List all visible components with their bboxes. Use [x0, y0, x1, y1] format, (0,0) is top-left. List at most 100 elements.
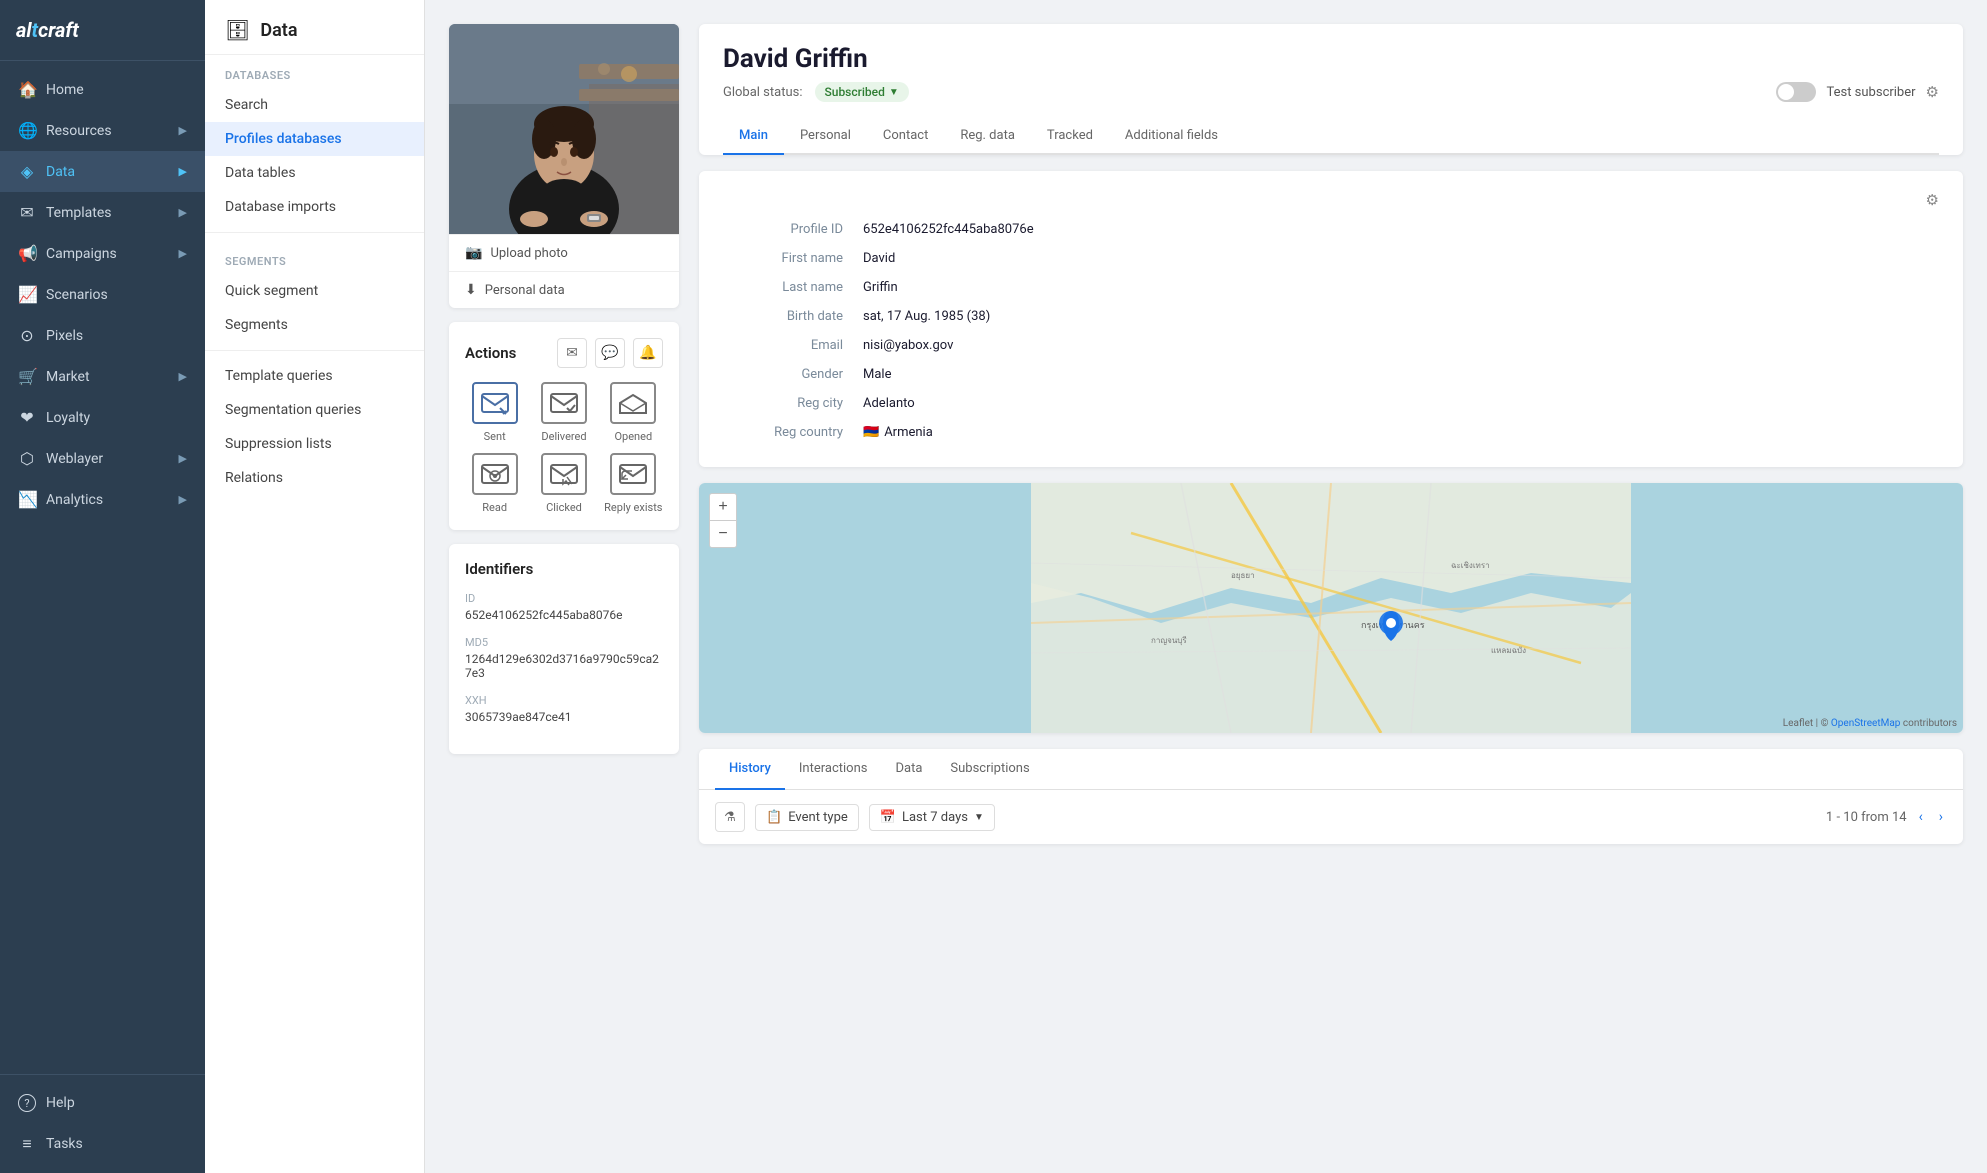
flag-icon: 🇦🇲 [863, 425, 879, 440]
profile-right-column: David Griffin Global status: Subscribed … [699, 24, 1963, 1149]
tab-tracked[interactable]: Tracked [1031, 118, 1109, 155]
tab-additional-fields[interactable]: Additional fields [1109, 118, 1234, 155]
sidebar-item-resources[interactable]: 🌐 Resources ▶ [0, 110, 205, 151]
svg-text:กาญจนบุรี: กาญจนบุรี [1151, 636, 1187, 645]
next-page-button[interactable]: › [1935, 807, 1947, 827]
action-opened[interactable]: Opened [604, 382, 663, 443]
email-value: nisi@yabox.gov [863, 338, 953, 353]
read-icon [472, 453, 518, 495]
action-clicked[interactable]: Clicked [534, 453, 593, 514]
nav-search[interactable]: Search [205, 88, 424, 122]
data-settings-icon[interactable]: ⚙ [1926, 191, 1939, 209]
sidebar-item-market[interactable]: 🛒 Market ▶ [0, 356, 205, 397]
nav-segmentation-queries[interactable]: Segmentation queries [205, 393, 424, 427]
nav-profiles-databases[interactable]: Profiles databases [205, 122, 424, 156]
tab-reg-data[interactable]: Reg. data [944, 118, 1031, 155]
pixels-icon: ⊙ [18, 326, 36, 345]
tab-personal[interactable]: Personal [784, 118, 867, 155]
sidebar-bottom: ? Help ≡ Tasks [0, 1074, 205, 1173]
tab-history[interactable]: History [715, 749, 785, 790]
personal-data-button[interactable]: ⬇ Personal data [449, 271, 679, 308]
date-range-select[interactable]: 📅 Last 7 days ▼ [869, 804, 995, 831]
test-subscriber-toggle[interactable] [1776, 82, 1816, 102]
sidebar-item-help[interactable]: ? Help [0, 1083, 205, 1123]
field-first-name: First name David [723, 244, 1939, 273]
nav-data-tables[interactable]: Data tables [205, 156, 424, 190]
profile-id-label: Profile ID [723, 222, 863, 237]
event-type-select[interactable]: 📋 Event type [755, 804, 859, 831]
upload-photo-button[interactable]: 📷 Upload photo [449, 234, 679, 271]
sidebar-item-scenarios[interactable]: 📈 Scenarios [0, 274, 205, 315]
left-panel-title: Data [260, 20, 297, 41]
help-icon: ? [18, 1094, 36, 1112]
nav-template-queries[interactable]: Template queries [205, 359, 424, 393]
nav-segments[interactable]: Segments [205, 308, 424, 342]
sidebar-item-tasks[interactable]: ≡ Tasks [0, 1123, 205, 1165]
database-icon: 🗄 [225, 18, 250, 42]
first-name-value: David [863, 251, 895, 266]
email-action-icon[interactable]: ✉ [557, 338, 587, 368]
profile-header-card: David Griffin Global status: Subscribed … [699, 24, 1963, 155]
gender-value: Male [863, 367, 891, 382]
left-panel-header: 🗄 Data [205, 0, 424, 55]
sidebar-item-weblayer[interactable]: ⬡ Weblayer ▶ [0, 438, 205, 479]
action-read[interactable]: Read [465, 453, 524, 514]
profile-left-column: 📷 Upload photo ⬇ Personal data Actions ✉… [449, 24, 679, 1149]
bell-action-icon[interactable]: 🔔 [633, 338, 663, 368]
chevron-right-icon: ▶ [179, 165, 187, 178]
zoom-out-button[interactable]: − [710, 521, 736, 547]
status-badge[interactable]: Subscribed ▼ [815, 82, 909, 102]
tab-main[interactable]: Main [723, 118, 784, 155]
identifiers-card: Identifiers ID 652e4106252fc445aba8076e … [449, 544, 679, 754]
tab-subscriptions[interactable]: Subscriptions [936, 749, 1043, 790]
sidebar-item-campaigns[interactable]: 📢 Campaigns ▶ [0, 233, 205, 274]
identifier-md5-label: MD5 [465, 636, 663, 649]
tab-interactions[interactable]: Interactions [785, 749, 882, 790]
opened-label: Opened [614, 430, 652, 443]
identifier-md5: MD5 1264d129e6302d3716a9790c59ca27e3 [465, 636, 663, 680]
profile-status-row: Global status: Subscribed ▼ Test subscri… [723, 82, 1939, 102]
sidebar: altcraft 🏠 Home 🌐 Resources ▶ ◈ Data ▶ ✉… [0, 0, 205, 1173]
calendar-icon: 📋 [766, 810, 782, 825]
sidebar-item-loyalty[interactable]: ❤ Loyalty [0, 397, 205, 438]
prev-page-button[interactable]: ‹ [1915, 807, 1927, 827]
profile-area: 📷 Upload photo ⬇ Personal data Actions ✉… [425, 0, 1987, 1173]
svg-text:ฉะเชิงเทรา: ฉะเชิงเทรา [1451, 561, 1490, 570]
bottom-card: History Interactions Data Subscriptions … [699, 749, 1963, 844]
chevron-down-icon2: ▼ [974, 812, 984, 823]
filter-button[interactable]: ⚗ [715, 802, 745, 832]
identifier-xxh-value: 3065739ae847ce41 [465, 710, 663, 724]
nav-database-imports[interactable]: Database imports [205, 190, 424, 224]
delivered-label: Delivered [541, 430, 586, 443]
identifier-xxh-label: XXH [465, 694, 663, 707]
sidebar-item-templates[interactable]: ✉ Templates ▶ [0, 192, 205, 233]
chevron-right-icon: ▶ [179, 206, 187, 219]
home-icon: 🏠 [18, 80, 36, 99]
reg-country-value: 🇦🇲Armenia [863, 425, 933, 440]
tab-data[interactable]: Data [881, 749, 936, 790]
email-label: Email [723, 338, 863, 353]
tab-contact[interactable]: Contact [867, 118, 944, 155]
action-sent[interactable]: Sent [465, 382, 524, 443]
actions-header: Actions ✉ 💬 🔔 [465, 338, 663, 368]
birth-date-value: sat, 17 Aug. 1985 (38) [863, 309, 990, 324]
action-delivered[interactable]: Delivered [534, 382, 593, 443]
nav-suppression-lists[interactable]: Suppression lists [205, 427, 424, 461]
field-birth-date: Birth date sat, 17 Aug. 1985 (38) [723, 302, 1939, 331]
reg-city-value: Adelanto [863, 396, 915, 411]
profile-tabs: Main Personal Contact Reg. data Tracked … [723, 118, 1939, 155]
message-action-icon[interactable]: 💬 [595, 338, 625, 368]
nav-relations[interactable]: Relations [205, 461, 424, 495]
sidebar-item-data[interactable]: ◈ Data ▶ [0, 151, 205, 192]
field-profile-id: Profile ID 652e4106252fc445aba8076e [723, 215, 1939, 244]
zoom-in-button[interactable]: + [710, 494, 736, 520]
sidebar-item-analytics[interactable]: 📉 Analytics ▶ [0, 479, 205, 520]
settings-icon[interactable]: ⚙ [1926, 83, 1939, 101]
sidebar-item-pixels[interactable]: ⊙ Pixels [0, 315, 205, 356]
field-last-name: Last name Griffin [723, 273, 1939, 302]
download-icon: ⬇ [465, 282, 477, 298]
sidebar-item-home[interactable]: 🏠 Home [0, 69, 205, 110]
scenarios-icon: 📈 [18, 285, 36, 304]
nav-quick-segment[interactable]: Quick segment [205, 274, 424, 308]
action-reply-exists[interactable]: Reply exists [604, 453, 663, 514]
